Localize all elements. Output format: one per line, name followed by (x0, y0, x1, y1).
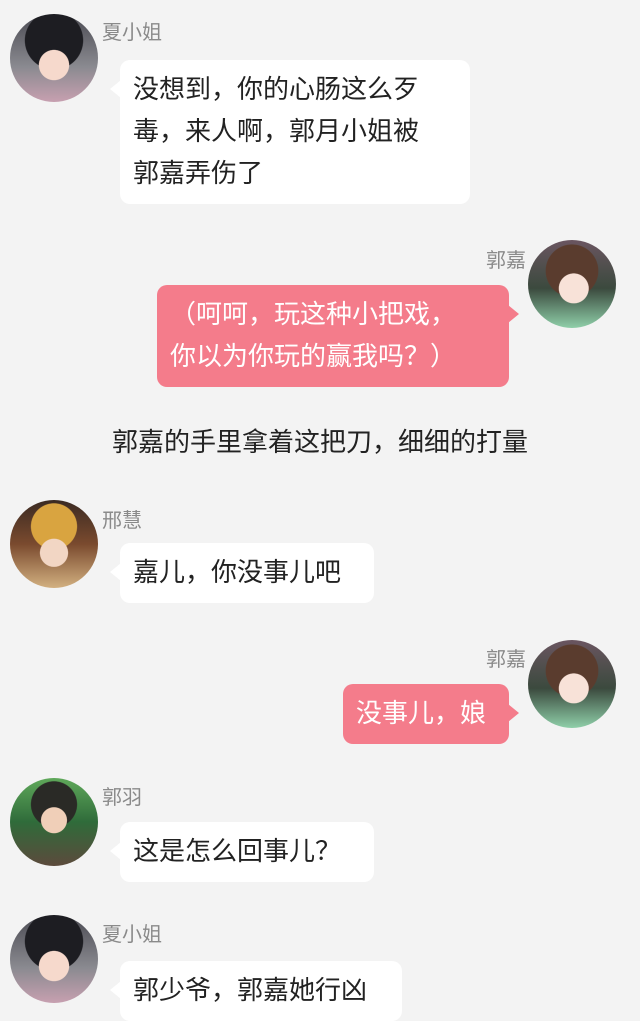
message-bubble[interactable]: 这是怎么回事儿？ (110, 822, 374, 882)
avatar-guo-jia[interactable] (528, 240, 616, 328)
avatar-guo-yu[interactable] (10, 778, 98, 866)
sender-name: 郭嘉 (486, 647, 526, 671)
sender-name: 邢慧 (102, 508, 142, 532)
message-bubble[interactable]: 嘉儿，你没事儿吧 (110, 543, 374, 603)
avatar-xia-xiaojie[interactable] (10, 915, 98, 1003)
avatar-xia-xiaojie[interactable] (10, 14, 98, 102)
message-line: 嘉儿，你没事儿吧 (133, 558, 342, 588)
avatar-xing-hui[interactable] (10, 500, 98, 588)
sender-name: 郭嘉 (486, 248, 526, 272)
message-line: 毒，来人啊，郭月小姐被 (133, 117, 420, 147)
message-line: 没想到，你的心肠这么歹 (133, 75, 420, 105)
message-line: （呵呵，玩这种小把戏， (170, 300, 457, 330)
sender-name: 夏小姐 (102, 20, 162, 44)
message-bubble[interactable]: 郭少爷，郭嘉她行凶 (110, 961, 402, 1021)
message-line: 这是怎么回事儿？ (133, 837, 342, 867)
sender-name: 夏小姐 (102, 922, 162, 946)
message-line: 没事儿，娘 (356, 699, 487, 729)
message-bubble[interactable]: 没事儿，娘 (343, 684, 519, 744)
message-line: 郭嘉弄伤了 (133, 159, 264, 189)
message-bubble[interactable]: （呵呵，玩这种小把戏， 你以为你玩的赢我吗？） (157, 285, 519, 387)
sender-name: 郭羽 (102, 785, 142, 809)
narration-text: 郭嘉的手里拿着这把刀，细细的打量 (111, 428, 528, 458)
message-line: 你以为你玩的赢我吗？） (170, 342, 457, 372)
message-bubble[interactable]: 没想到，你的心肠这么歹 毒，来人啊，郭月小姐被 郭嘉弄伤了 (110, 60, 470, 204)
message-line: 郭少爷，郭嘉她行凶 (133, 976, 368, 1006)
avatar-guo-jia[interactable] (528, 640, 616, 728)
